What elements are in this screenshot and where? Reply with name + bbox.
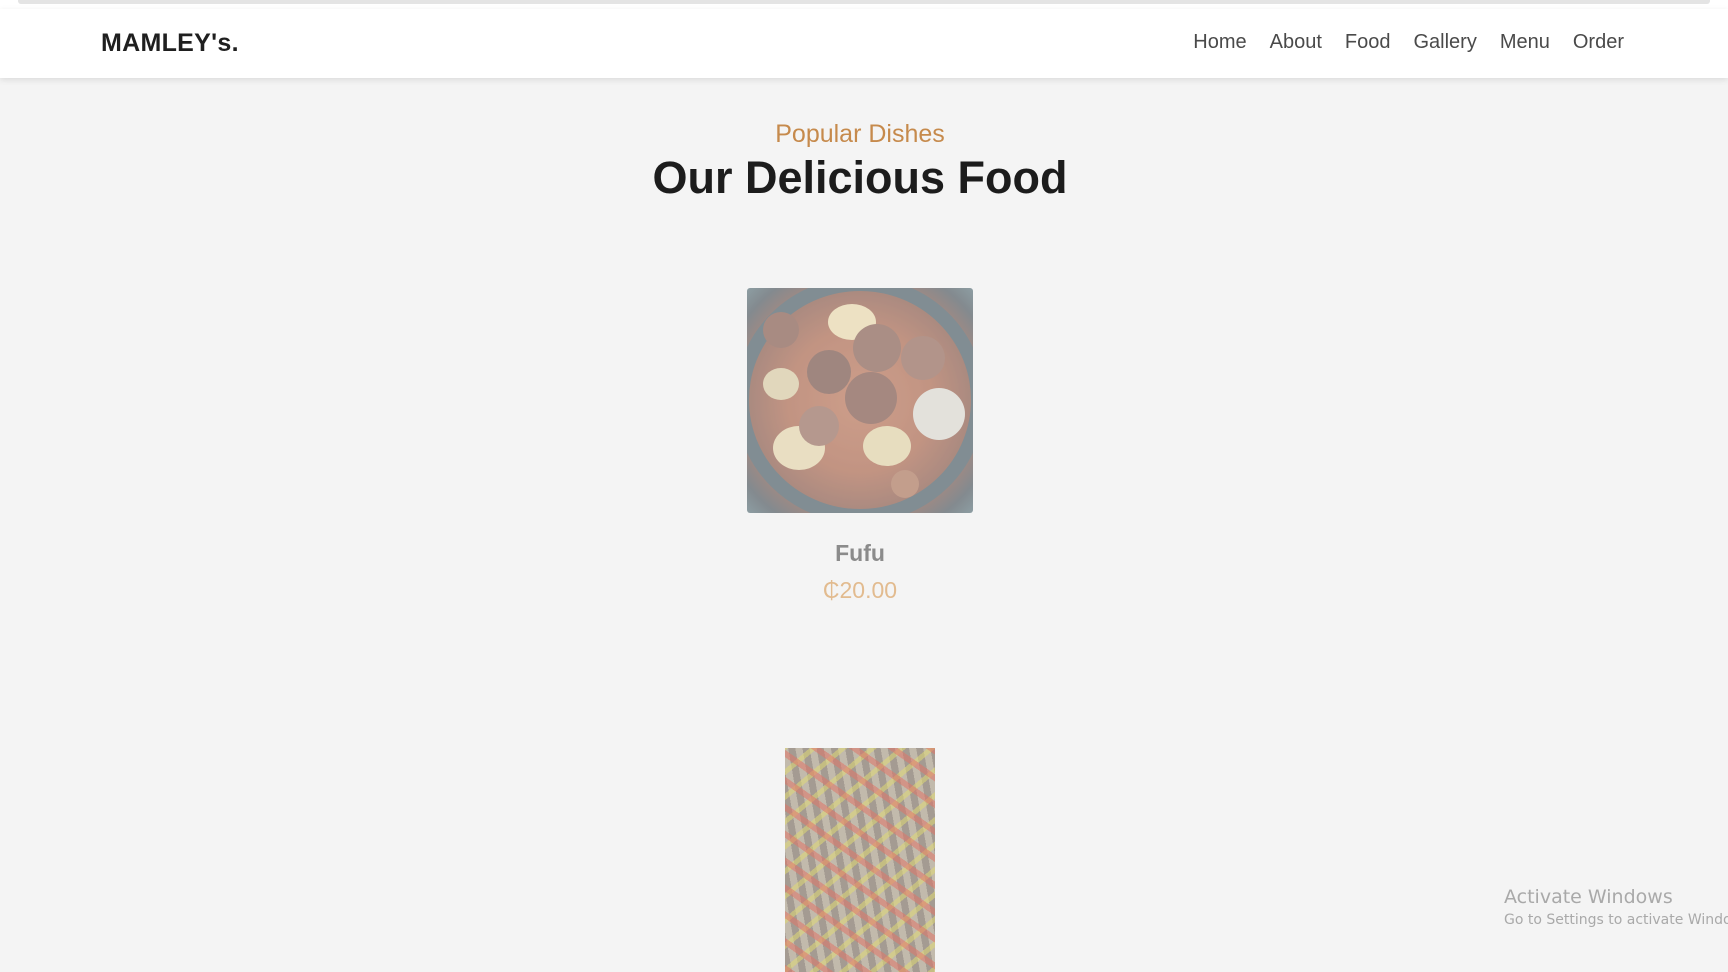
watermark-title: Activate Windows xyxy=(1504,886,1673,908)
nav-order-link[interactable]: Order xyxy=(1573,31,1624,54)
browser-top-strip xyxy=(0,0,1728,9)
section-title: Our Delicious Food xyxy=(652,152,1068,203)
dish-name: Fufu xyxy=(835,540,885,566)
fufu-dish-illustration xyxy=(747,288,973,513)
windows-activation-watermark: Activate Windows Go to Settings to activ… xyxy=(1504,884,1728,930)
dish-card[interactable]: Fufu ₵20.00 xyxy=(0,288,1720,604)
nav-menu-link[interactable]: Menu xyxy=(1500,31,1550,54)
main-nav: Home About Food Gallery Menu Order xyxy=(1170,31,1624,54)
dish-card[interactable] xyxy=(0,748,1720,972)
page: MAMLEY's. Home About Food Gallery Menu O… xyxy=(0,0,1728,972)
brand-logo[interactable]: MAMLEY's. xyxy=(101,29,239,58)
nav-about-link[interactable]: About xyxy=(1270,31,1322,54)
pepper-stir-fry-image xyxy=(785,748,935,972)
scroll-indicator-bar xyxy=(18,0,1710,4)
fufu-dish-image xyxy=(747,288,973,513)
nav-food-link[interactable]: Food xyxy=(1345,31,1391,54)
food-section-header: Popular Dishes Our Delicious Food xyxy=(0,118,1720,206)
nav-home-link[interactable]: Home xyxy=(1193,31,1246,54)
section-subtitle: Popular Dishes xyxy=(775,120,945,148)
nav-gallery-link[interactable]: Gallery xyxy=(1413,31,1476,54)
dish-price: ₵20.00 xyxy=(822,577,898,603)
watermark-subtitle: Go to Settings to activate Windows. xyxy=(1504,912,1728,928)
site-header: MAMLEY's. Home About Food Gallery Menu O… xyxy=(0,9,1728,78)
